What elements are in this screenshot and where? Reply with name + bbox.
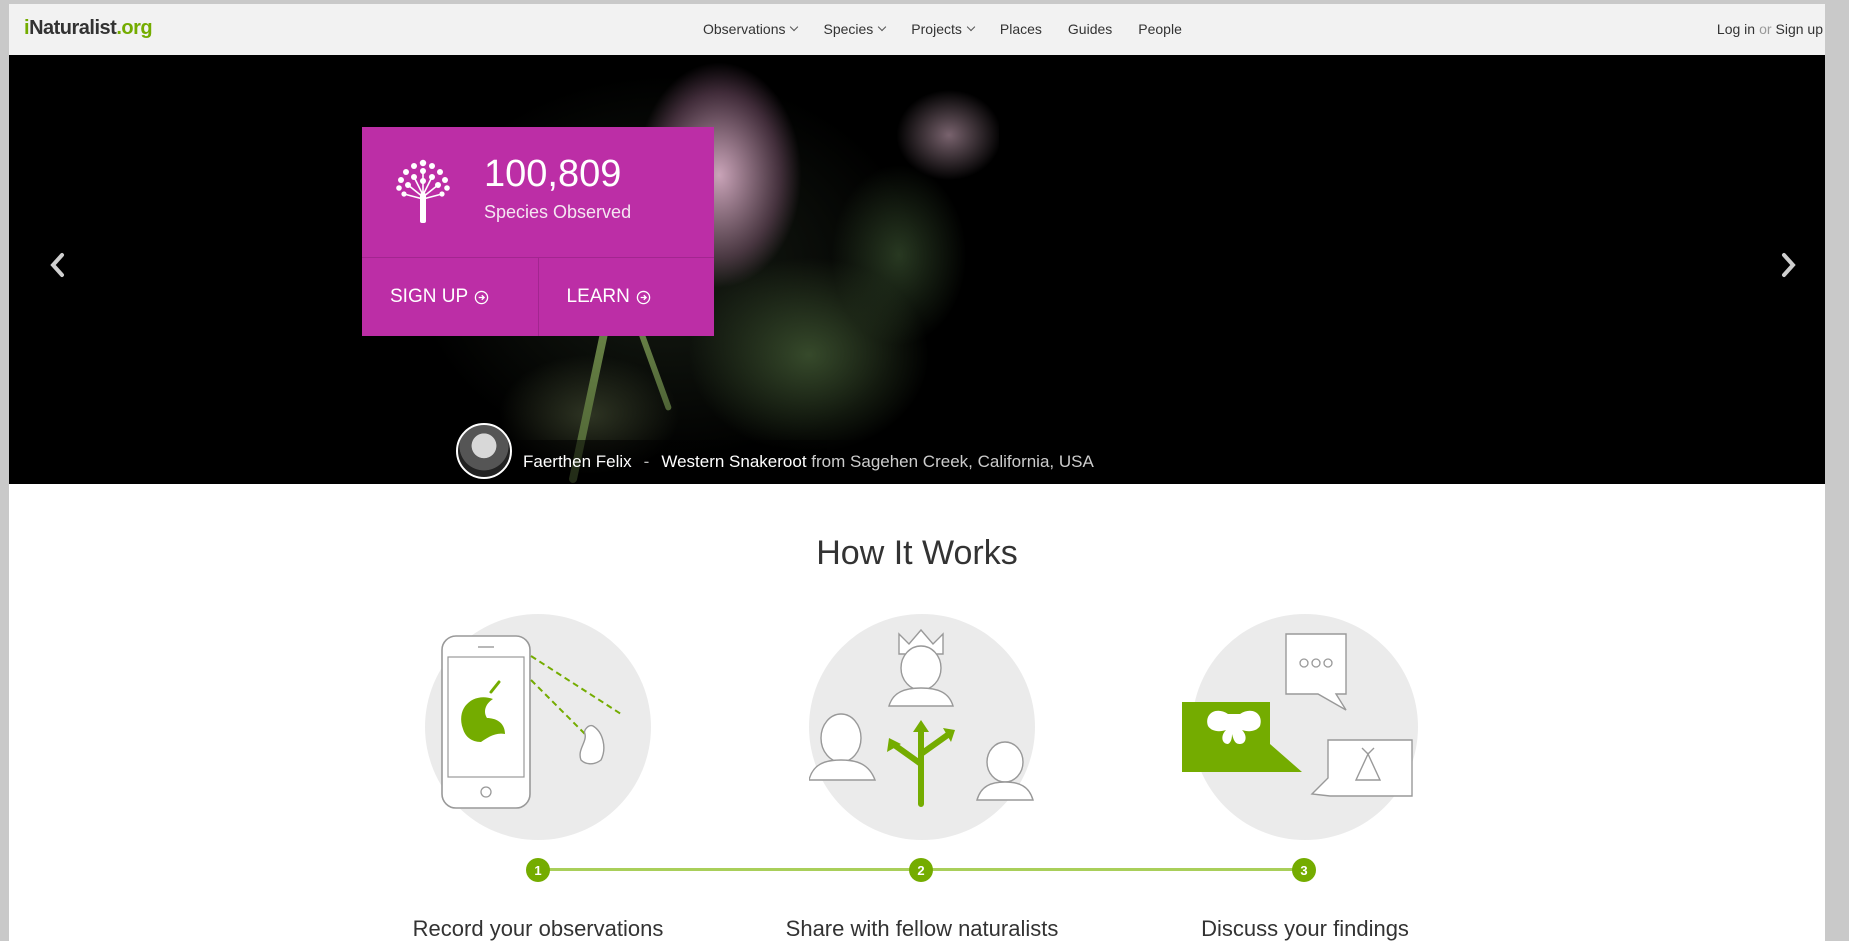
observer-name-link[interactable]: Faerthen Felix bbox=[523, 452, 632, 471]
nav-observations[interactable]: Observations bbox=[703, 21, 799, 37]
hero-learn-button[interactable]: LEARN bbox=[537, 257, 714, 336]
chevron-down-icon bbox=[878, 22, 887, 32]
site-logo[interactable]: iNaturalist.org bbox=[24, 17, 153, 40]
step-1-illustration bbox=[425, 614, 651, 840]
species-name-link[interactable]: Western Snakeroot bbox=[661, 452, 806, 471]
auth-links: Log in or Sign up bbox=[1717, 21, 1823, 37]
chevron-down-icon bbox=[966, 22, 976, 32]
circle-arrow-icon bbox=[474, 290, 489, 304]
slider-prev-button[interactable] bbox=[37, 245, 77, 285]
photo-caption: Faerthen Felix - Western Snakeroot from Sa… bbox=[523, 452, 1094, 472]
nav-observations-label: Observations bbox=[703, 21, 786, 37]
auth-or-text: or bbox=[1759, 21, 1772, 37]
main-nav: Observations Species Projects Places Gui… bbox=[703, 21, 1208, 37]
nav-places[interactable]: Places bbox=[1000, 21, 1042, 37]
nav-species-label: Species bbox=[823, 21, 874, 37]
hero-learn-label: LEARN bbox=[566, 286, 630, 307]
nav-projects[interactable]: Projects bbox=[911, 21, 976, 37]
stats-summary: 100,809 Species Observed bbox=[362, 127, 714, 257]
step-3-badge: 3 bbox=[1292, 858, 1316, 882]
nav-people[interactable]: People bbox=[1138, 21, 1182, 37]
nav-people-label: People bbox=[1138, 21, 1182, 37]
how-it-works-title: How It Works bbox=[816, 534, 1018, 572]
nav-guides-label: Guides bbox=[1067, 21, 1113, 37]
tree-icon bbox=[396, 159, 450, 223]
nav-species[interactable]: Species bbox=[823, 21, 887, 37]
hero-signup-button[interactable]: SIGN UP bbox=[362, 257, 538, 336]
chevron-down-icon bbox=[790, 22, 799, 32]
step-2-label: Share with fellow naturalists bbox=[785, 916, 1059, 941]
logo-main: Naturalist bbox=[29, 17, 117, 39]
caption-separator: - bbox=[643, 452, 650, 471]
signup-link[interactable]: Sign up bbox=[1776, 21, 1823, 37]
species-stats-card: 100,809 Species Observed SIGN UP LEARN bbox=[362, 127, 714, 336]
step-2-illustration bbox=[809, 614, 1035, 840]
page: iNaturalist.org Observations Species Pro… bbox=[9, 4, 1825, 941]
circle-arrow-icon bbox=[636, 290, 651, 304]
chevron-left-icon bbox=[50, 253, 64, 277]
nav-projects-label: Projects bbox=[911, 21, 962, 37]
step-3-label: Discuss your findings bbox=[1201, 916, 1409, 941]
phone-caterpillar-icon bbox=[441, 635, 622, 809]
nav-places-label: Places bbox=[999, 21, 1042, 37]
species-count: 100,809 bbox=[484, 153, 622, 195]
chevron-right-icon bbox=[1782, 253, 1796, 277]
top-nav-bar: iNaturalist.org Observations Species Pro… bbox=[9, 4, 1825, 56]
step-1-label: Record your observations bbox=[412, 916, 664, 941]
step-3-illustration bbox=[1182, 614, 1418, 840]
slider-next-button[interactable] bbox=[1769, 245, 1809, 285]
species-count-label: Species Observed bbox=[484, 202, 632, 222]
hero-actions: SIGN UP LEARN bbox=[362, 257, 714, 336]
step-1-badge: 1 bbox=[526, 858, 550, 882]
login-link[interactable]: Log in bbox=[1717, 21, 1755, 37]
nav-guides[interactable]: Guides bbox=[1068, 21, 1112, 37]
logo-org: .org bbox=[116, 17, 153, 39]
hero-slider: 100,809 Species Observed SIGN UP LEARN F… bbox=[9, 55, 1825, 484]
observer-avatar[interactable] bbox=[456, 423, 512, 479]
people-share-icon bbox=[809, 628, 1034, 807]
chat-bubbles-icon bbox=[1182, 633, 1413, 797]
observation-location: from Sagehen Creek, California, USA bbox=[811, 452, 1094, 471]
hero-signup-label: SIGN UP bbox=[390, 286, 469, 307]
step-2-badge: 2 bbox=[909, 858, 933, 882]
